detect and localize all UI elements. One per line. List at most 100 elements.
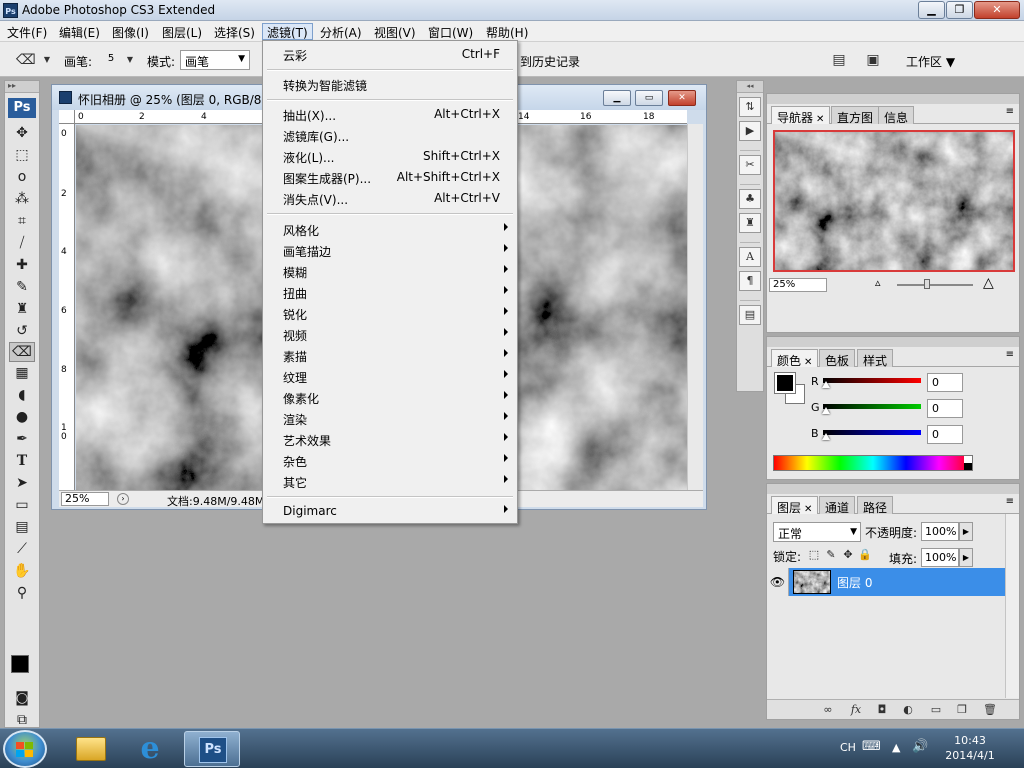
filter-distort-item[interactable]: 扭曲 [264,282,516,303]
new-group-icon[interactable]: ▭ [927,703,945,717]
lock-transparency-icon[interactable]: ⬚ [807,548,821,562]
eraser-icon[interactable]: ⌫ [9,342,35,362]
filter-gallery-item[interactable]: 滤镜库(G)... [264,125,516,146]
opacity-field[interactable]: 100% [921,522,959,541]
fill-arrow-icon[interactable]: ▶ [959,548,973,567]
brush-icon[interactable]: ✎ [5,276,39,298]
zoom-out-icon[interactable]: ▵ [875,276,881,289]
move-icon[interactable]: ✥ [5,122,39,144]
doc-maximize-button[interactable]: ▭ [635,90,663,106]
workspace-menu[interactable]: 工作区 ▼ [906,53,955,70]
show-hidden-icons-icon[interactable]: ▲ [892,741,900,754]
filter-liquify-item[interactable]: 液化(L)... Shift+Ctrl+X [264,146,516,167]
navigator-zoom-field[interactable]: 25% [769,278,827,292]
crop-icon[interactable]: ⌗ [5,210,39,232]
zoom-icon[interactable]: ⚲ [5,582,39,604]
green-slider-thumb[interactable] [822,407,830,414]
delete-layer-icon[interactable]: 🗑 [981,703,999,717]
eyedropper-icon[interactable]: ⟋ [5,538,39,560]
layer-row[interactable]: 👁 图层 0 [767,568,1005,596]
layer-comps-icon[interactable]: ▤ [739,305,761,325]
lock-position-icon[interactable]: ✥ [841,548,855,562]
filter-blur-item[interactable]: 模糊 [264,261,516,282]
paragraph-panel-icon[interactable]: ¶ [739,271,761,291]
maximize-button[interactable]: ❐ [946,1,973,19]
panel-menu-icon[interactable]: ≡ [1006,349,1014,360]
tab-swatches[interactable]: 色板 [819,349,856,368]
lock-all-icon[interactable]: 🔒 [858,548,872,562]
clone-stamp-icon[interactable]: ♜ [5,298,39,320]
filter-pixelate-item[interactable]: 像素化 [264,387,516,408]
minimize-button[interactable]: ▁ [918,1,945,19]
filter-render-item[interactable]: 渲染 [264,408,516,429]
menu-layer[interactable]: 图层(L) [157,23,207,40]
start-button[interactable] [3,730,47,768]
vertical-scrollbar[interactable] [687,124,703,490]
status-menu-icon[interactable]: › [117,493,129,505]
slice-icon[interactable]: ⧸ [5,232,39,254]
new-layer-icon[interactable]: ❐ [953,703,971,717]
dock-grip[interactable]: ◂◂ [737,81,763,93]
system-clock[interactable]: 10:43 2014/4/1 [935,733,1005,763]
zoom-field[interactable]: 25% [61,492,109,506]
link-layers-icon[interactable]: ∞ [819,703,837,717]
red-value-field[interactable]: 0 [927,373,963,392]
menu-select[interactable]: 选择(S) [209,23,260,40]
filter-texture-item[interactable]: 纹理 [264,366,516,387]
green-value-field[interactable]: 0 [927,399,963,418]
brushes-panel-icon[interactable]: ♣ [739,189,761,209]
tool-presets-icon[interactable]: ✂ [739,155,761,175]
blue-slider-thumb[interactable] [822,433,830,440]
filter-noise-item[interactable]: 杂色 [264,450,516,471]
input-language[interactable]: CH [840,741,856,754]
doc-close-button[interactable]: ✕ [668,90,696,106]
menu-window[interactable]: 窗口(W) [423,23,478,40]
layers-scrollbar[interactable] [1005,514,1019,698]
blend-mode-select[interactable]: 正常 ▼ [773,522,861,542]
notes-icon[interactable]: ▤ [5,516,39,538]
type-icon[interactable]: T [5,450,39,472]
green-slider[interactable] [823,404,921,409]
filter-smart-filter-item[interactable]: 转换为智能滤镜 [264,74,516,95]
mode-select[interactable]: 画笔 ▼ [180,50,250,70]
lock-pixels-icon[interactable]: ✎ [824,548,838,562]
ruler-origin[interactable] [59,110,75,124]
tab-color[interactable]: 颜色 ✕ [771,349,819,368]
menu-help[interactable]: 帮助(H) [481,23,533,40]
volume-icon[interactable]: 🔊 [912,739,928,754]
shape-icon[interactable]: ▭ [5,494,39,516]
pen-icon[interactable]: ✒ [5,428,39,450]
adjustment-layer-icon[interactable]: ◐ [899,703,917,717]
tab-channels[interactable]: 通道 [819,496,856,515]
foreground-color-swatch[interactable] [11,655,29,673]
filter-vanishing-point-item[interactable]: 消失点(V)... Alt+Ctrl+V [264,188,516,209]
menu-file[interactable]: 文件(F) [2,23,52,40]
filter-video-item[interactable]: 视频 [264,324,516,345]
zoom-in-icon[interactable]: △ [983,275,994,291]
layer-mask-icon[interactable]: ◘ [873,703,891,717]
actions-panel-icon[interactable]: ▶ [739,121,761,141]
zoom-slider-knob[interactable] [924,279,930,289]
lasso-icon[interactable]: ᴏ [5,166,39,188]
menu-filter[interactable]: 滤镜(T) [262,23,313,40]
taskbar-explorer[interactable] [62,731,118,767]
menu-analysis[interactable]: 分析(A) [315,23,367,40]
navigator-preview[interactable] [773,130,1015,272]
history-brush-icon[interactable]: ↺ [5,320,39,342]
filter-stylize-item[interactable]: 风格化 [264,219,516,240]
bridge-icon[interactable]: ▣ [864,51,882,69]
color-spectrum-bar[interactable] [773,455,973,471]
tab-styles[interactable]: 样式 [857,349,894,368]
tab-navigator[interactable]: 导航器 ✕ [771,106,831,125]
vertical-ruler[interactable]: 0 2 4 6 8 1 0 [59,124,75,490]
healing-icon[interactable]: ✚ [5,254,39,276]
panel-header[interactable] [767,337,1019,347]
marquee-icon[interactable]: ⬚ [5,144,39,166]
doc-minimize-button[interactable]: ▁ [603,90,631,106]
erase-to-history-label[interactable]: 到历史记录 [520,53,580,70]
color-foreground-swatch[interactable] [774,372,796,394]
black-white-ramp[interactable] [964,456,972,470]
zoom-slider[interactable] [897,284,973,286]
filter-clouds-item[interactable]: 云彩 Ctrl+F [264,44,516,65]
panel-menu-icon[interactable]: ≡ [1006,106,1014,117]
